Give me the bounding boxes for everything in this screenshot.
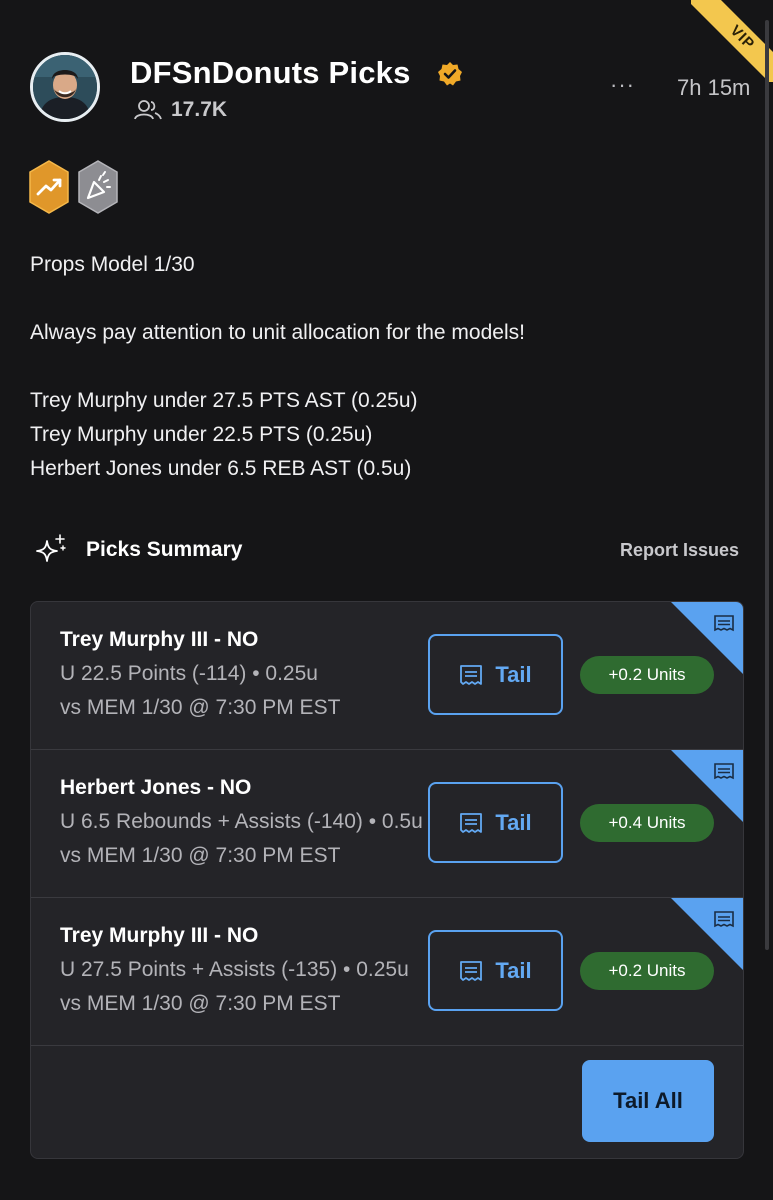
pick-game: vs MEM 1/30 @ 7:30 PM EST [60, 844, 341, 867]
vip-label: VIP [691, 0, 773, 82]
tail-label: Tail [495, 957, 532, 983]
sparkle-icon [36, 534, 66, 562]
pick-line: U 22.5 Points (-114) • 0.25u [60, 662, 318, 685]
tail-button[interactable]: Tail [428, 930, 563, 1011]
pick-game: vs MEM 1/30 @ 7:30 PM EST [60, 992, 341, 1015]
pick-player: Trey Murphy III - NO [60, 628, 259, 651]
receipt-icon [460, 960, 483, 981]
pick-line: U 6.5 Rebounds + Assists (-140) • 0.5u [60, 810, 423, 833]
pick-game: vs MEM 1/30 @ 7:30 PM EST [60, 696, 341, 719]
pick-row: Herbert Jones - NO U 6.5 Rebounds + Assi… [31, 750, 743, 898]
units-badge: +0.2 Units [580, 656, 714, 694]
pick-row: Trey Murphy III - NO U 27.5 Points + Ass… [31, 898, 743, 1046]
vip-ribbon: VIP [691, 0, 773, 82]
avatar-photo [33, 55, 97, 119]
picks-card: Trey Murphy III - NO U 22.5 Points (-114… [30, 601, 744, 1159]
note-icon [714, 763, 734, 780]
followers-value: 17.7K [171, 98, 228, 121]
avatar[interactable] [30, 52, 100, 122]
verified-icon [438, 62, 462, 86]
tail-label: Tail [495, 809, 532, 835]
users-icon [134, 100, 162, 120]
receipt-icon [460, 812, 483, 833]
note-icon [714, 615, 734, 632]
pick-line: U 27.5 Points + Assists (-135) • 0.25u [60, 958, 409, 981]
more-options-button[interactable]: ··· [610, 72, 635, 98]
pick-row: Trey Murphy III - NO U 22.5 Points (-114… [31, 602, 743, 750]
party-popper-badge-icon[interactable] [78, 160, 118, 214]
followers-count: 17.7K [133, 98, 227, 122]
picks-summary-title: Picks Summary [86, 538, 243, 561]
page-title[interactable]: DFSnDonuts Picks [130, 55, 411, 91]
trending-up-badge-icon[interactable] [29, 160, 69, 214]
report-issues-link[interactable]: Report Issues [620, 540, 739, 561]
pick-player: Herbert Jones - NO [60, 776, 252, 799]
pick-player: Trey Murphy III - NO [60, 924, 259, 947]
tail-all-button[interactable]: Tail All [582, 1060, 714, 1142]
post-body: Props Model 1/30 Always pay attention to… [30, 253, 525, 480]
units-badge: +0.2 Units [580, 952, 714, 990]
tail-label: Tail [495, 661, 532, 687]
tail-button[interactable]: Tail [428, 634, 563, 715]
post-time: 7h 15m [677, 75, 751, 100]
note-icon [714, 911, 734, 928]
units-badge: +0.4 Units [580, 804, 714, 842]
receipt-icon [460, 664, 483, 685]
scrollbar[interactable] [765, 20, 769, 950]
tail-button[interactable]: Tail [428, 782, 563, 863]
